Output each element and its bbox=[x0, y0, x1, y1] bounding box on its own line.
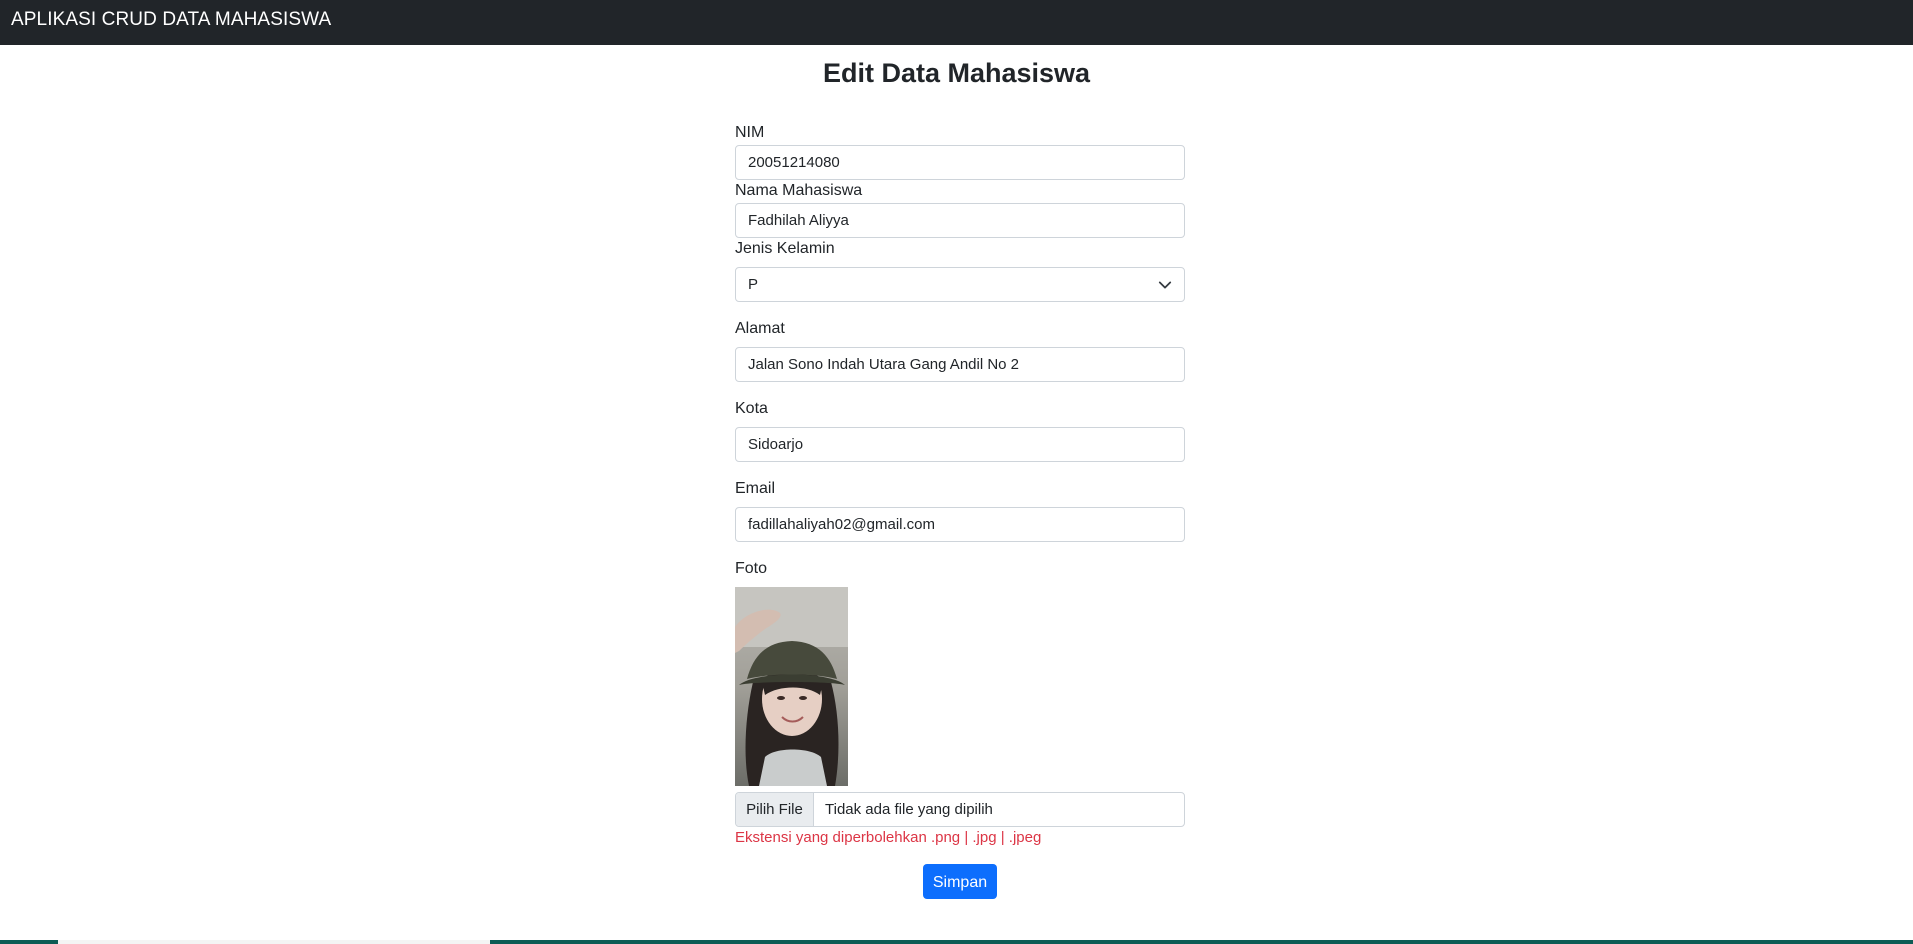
save-button[interactable]: Simpan bbox=[923, 864, 997, 899]
file-status-text: Tidak ada file yang dipilih bbox=[825, 801, 993, 818]
foto-file-input[interactable]: Pilih File Tidak ada file yang dipilih bbox=[735, 792, 1185, 827]
nim-label: NIM bbox=[735, 124, 765, 141]
jenis-kelamin-label: Jenis Kelamin bbox=[735, 240, 835, 257]
email-label: Email bbox=[735, 480, 776, 497]
page-title: Edit Data Mahasiswa bbox=[822, 58, 1091, 88]
navbar: APLIKASI CRUD DATA MAHASISWA bbox=[0, 0, 1913, 45]
nama-label: Nama Mahasiswa bbox=[735, 182, 863, 199]
nama-input[interactable] bbox=[735, 203, 1185, 238]
foto-label: Foto bbox=[735, 560, 768, 577]
kota-label: Kota bbox=[735, 400, 768, 417]
bottom-strip-segment bbox=[58, 940, 490, 944]
chevron-down-icon bbox=[1158, 268, 1172, 301]
jenis-kelamin-select[interactable]: P bbox=[735, 267, 1185, 302]
alamat-input[interactable] bbox=[735, 347, 1185, 382]
alamat-label: Alamat bbox=[735, 320, 785, 337]
file-extension-hint: Ekstensi yang diperbolehkan .png | .jpg … bbox=[735, 829, 1042, 846]
choose-file-button[interactable]: Pilih File bbox=[736, 793, 814, 826]
navbar-brand[interactable]: APLIKASI CRUD DATA MAHASISWA bbox=[11, 9, 331, 31]
student-photo bbox=[735, 587, 848, 786]
email-input[interactable] bbox=[735, 507, 1185, 542]
nim-input[interactable] bbox=[735, 145, 1185, 180]
kota-input[interactable] bbox=[735, 427, 1185, 462]
jenis-kelamin-selected: P bbox=[748, 276, 759, 293]
bottom-strip bbox=[0, 940, 1913, 944]
